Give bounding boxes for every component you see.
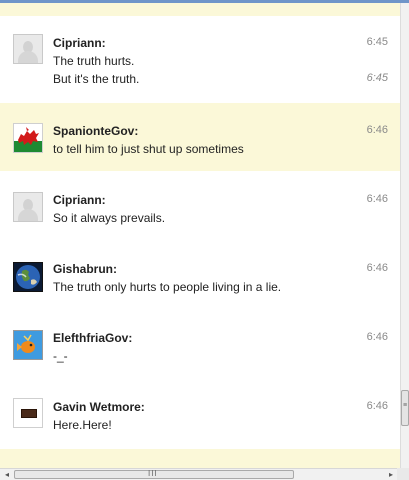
sender-name[interactable]: SpanionteGov: — [53, 124, 138, 138]
sender-name[interactable]: Gavin Wetmore: — [53, 400, 145, 414]
chat-message-highlighted: SpanionteGov: to tell him to just shut u… — [0, 103, 400, 171]
message-text: But it's the truth. — [53, 72, 140, 86]
chat-message: Cipriann: So it always prevails. 6:46 — [0, 171, 400, 240]
vertical-scrollbar-grip-icon: ≡ — [403, 402, 408, 409]
sender-name[interactable]: Cipriann: — [53, 193, 106, 207]
scrollbar-corner — [397, 468, 409, 480]
message-time: 6:45 — [366, 72, 388, 84]
default-user-avatar-icon[interactable] — [13, 192, 43, 222]
next-message-highlight — [0, 449, 400, 468]
message-time: 6:45 — [366, 36, 388, 48]
earth-globe-avatar-icon[interactable] — [13, 262, 43, 292]
chat-message: ElefthfriaGov: -_- 6:46 — [0, 309, 400, 378]
sender-name[interactable]: ElefthfriaGov: — [53, 331, 132, 345]
message-time: 6:46 — [366, 262, 388, 274]
chat-message: Cipriann: The truth hurts. 6:45 But it's… — [0, 16, 400, 103]
message-text: to tell him to just shut up sometimes — [53, 142, 244, 156]
message-text: The truth only hurts to people living in… — [53, 280, 282, 294]
scroll-left-arrow-icon[interactable]: ◂ — [2, 469, 12, 480]
chat-message: Gavin Wetmore: Here.Here! 6:46 — [0, 378, 400, 448]
message-text: Here.Here! — [53, 418, 112, 432]
previous-message-highlight — [0, 3, 400, 16]
orange-fish-avatar-icon[interactable] — [13, 330, 43, 360]
message-time: 6:46 — [366, 331, 388, 343]
welsh-dragon-flag-avatar-icon[interactable] — [13, 123, 43, 153]
message-text: -_- — [53, 349, 68, 363]
chat-message: Gishabrun: The truth only hurts to peopl… — [0, 240, 400, 309]
horizontal-scrollbar-grip-icon: III — [148, 469, 158, 478]
sender-name[interactable]: Gishabrun: — [53, 262, 117, 276]
scroll-right-arrow-icon[interactable]: ▸ — [386, 469, 396, 480]
message-time: 6:46 — [366, 400, 388, 412]
message-text: So it always prevails. — [53, 211, 166, 225]
message-time: 6:46 — [366, 193, 388, 205]
message-text: The truth hurts. — [53, 54, 135, 68]
message-time: 6:46 — [366, 124, 388, 136]
sender-name[interactable]: Cipriann: — [53, 36, 106, 50]
default-user-avatar-icon[interactable] — [13, 34, 43, 64]
chat-log: Cipriann: The truth hurts. 6:45 But it's… — [0, 16, 400, 468]
brown-box-avatar-icon[interactable] — [13, 398, 43, 428]
